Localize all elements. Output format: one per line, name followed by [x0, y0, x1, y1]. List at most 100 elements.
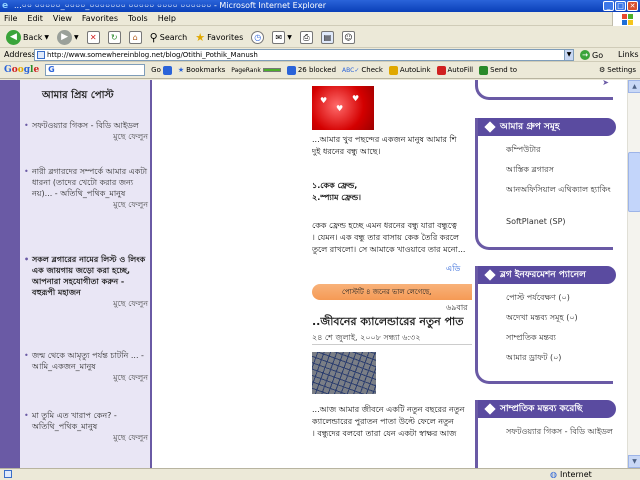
- spellcheck-button[interactable]: ABC✓ Check: [342, 66, 383, 74]
- autofill-icon: [436, 65, 446, 75]
- scroll-thumb[interactable]: [628, 152, 640, 212]
- back-label: Back: [23, 32, 43, 42]
- collapse-arrow-icon[interactable]: ➤: [602, 80, 609, 87]
- post-thumbnail-hearts[interactable]: ♥ ♥ ♥: [312, 86, 374, 130]
- google-go-button[interactable]: Go: [151, 65, 172, 75]
- minimize-button[interactable]: _: [603, 1, 614, 11]
- address-label: Address: [4, 50, 36, 59]
- window-title: ...০০ ০০০০০_০০০০_০০০০০০০ ০০০০০ ০০০০ ০০০০…: [14, 1, 326, 10]
- stop-button[interactable]: ✕: [85, 28, 102, 46]
- autolink-button[interactable]: AutoLink: [388, 65, 431, 75]
- post-text-line: তুলে রাখলো। সে আমাকে খাওয়াবে তার মনো...: [312, 245, 466, 254]
- autofill-button[interactable]: AutoFill: [436, 65, 474, 75]
- google-toolbar: Google G Go ★ Bookmarks PageRank 26 block…: [0, 62, 640, 79]
- group-item[interactable]: •আস্তিক ব্লগারস: [506, 164, 618, 175]
- post-title-link[interactable]: ..জীবনের ক্যালেন্ডারের নতুন পাত: [312, 314, 472, 330]
- status-bar: ◍ Internet: [0, 468, 640, 480]
- forward-button[interactable]: ▶ ▼: [55, 28, 81, 46]
- windows-logo-icon: [612, 12, 640, 26]
- delete-link[interactable]: মুছে ফেলুন: [32, 298, 148, 309]
- delete-link[interactable]: মুছে ফেলুন: [32, 432, 148, 443]
- address-input[interactable]: http://www.somewhereinblog.net/blog/Otit…: [34, 49, 574, 61]
- menu-edit[interactable]: Edit: [27, 14, 43, 23]
- menu-favorites[interactable]: Favorites: [82, 14, 118, 23]
- favorites-label: Favorites: [207, 32, 244, 42]
- panel-item[interactable]: •সাম্প্রতিক মন্তব্য: [506, 332, 618, 343]
- vertical-scrollbar[interactable]: ▲ ▼: [627, 80, 640, 468]
- settings-gear-icon: ⚙: [599, 66, 606, 74]
- home-icon: ⌂: [128, 30, 142, 44]
- favorite-post-link[interactable]: সকল ব্লগারের নামের লিস্ট ও লিংক এক জায়গ…: [32, 255, 145, 297]
- edit-button[interactable]: ▤: [319, 28, 336, 46]
- pagerank-label: PageRank: [231, 66, 261, 74]
- favorite-post-link[interactable]: নারী ব্লগারদের সম্পর্কে আমার একটা ধারনা …: [32, 167, 147, 198]
- menu-tools[interactable]: Tools: [128, 14, 148, 23]
- page-status-icon: [4, 470, 12, 478]
- autofill-label: AutoFill: [447, 66, 474, 74]
- favorite-post-item: • জন্ম থেকে আমৃত্যু পর্যন্ত চাটনি ... - …: [24, 351, 148, 383]
- go-button[interactable]: → Go: [580, 49, 603, 61]
- settings-button[interactable]: ⚙ Settings: [599, 66, 636, 74]
- menu-view[interactable]: View: [53, 14, 72, 23]
- mail-button[interactable]: ✉ ▼: [270, 28, 294, 46]
- heart-icon: ♥: [336, 104, 344, 113]
- favorite-post-link[interactable]: মা তুমি এত খারাপ কেন? - অতিথি_পথিক_মানুষ: [32, 411, 117, 431]
- go-search-icon: [162, 65, 172, 75]
- print-button[interactable]: ⎙: [298, 28, 315, 46]
- scroll-up-button[interactable]: ▲: [628, 80, 640, 93]
- panel-item[interactable]: •আমার ড্রাফট (০): [506, 352, 618, 363]
- my-groups-title: আমার গ্রুপ সমূহ: [500, 122, 560, 132]
- recent-comment-item[interactable]: •সফটওয়্যার গিকস - বিডি আইডল: [506, 426, 618, 437]
- home-button[interactable]: ⌂: [127, 28, 144, 46]
- messenger-button[interactable]: ☺: [340, 28, 357, 46]
- menu-file[interactable]: File: [4, 14, 17, 23]
- group-item[interactable]: •কম্পিউটার: [506, 144, 618, 155]
- address-dropdown-button[interactable]: ▼: [564, 50, 573, 60]
- diamond-icon: [484, 269, 496, 281]
- search-button[interactable]: ⚲ Search: [148, 28, 190, 46]
- pagerank-indicator[interactable]: PageRank: [231, 67, 281, 74]
- favorites-button[interactable]: ★ Favorites: [193, 28, 245, 46]
- refresh-icon: ↻: [107, 30, 121, 44]
- friend-type-line: ১.কেক ফ্রেন্ড,: [312, 181, 358, 190]
- close-button[interactable]: ✕: [627, 1, 638, 11]
- post-text-line: ...আজ আমার জীবনে একটি নতুন বছরের নতুন: [312, 405, 465, 414]
- google-g-icon: G: [48, 65, 55, 74]
- history-button[interactable]: ◷: [249, 28, 266, 46]
- back-dropdown-icon: ▼: [44, 33, 50, 41]
- group-item[interactable]: •আনঅফিসিয়াল এথিক্যাল হ্যাকিং: [506, 184, 618, 195]
- panel-item[interactable]: •পোস্ট পর্যবেক্ষণ (০): [506, 292, 618, 303]
- favorite-posts-sidebar: আমার প্রিয় পোস্ট • সফটওয়্যার গিকস - বি…: [20, 80, 152, 468]
- menu-help[interactable]: Help: [158, 14, 176, 23]
- abc-check-icon: ABC✓: [342, 66, 360, 74]
- favorite-post-link[interactable]: সফটওয়্যার গিকস - বিডি আইডল: [32, 121, 139, 130]
- sendto-label: Send to: [490, 66, 518, 74]
- read-more-link[interactable]: এডি: [446, 263, 460, 276]
- post-thumbnail-grid[interactable]: [312, 352, 376, 394]
- favorite-post-link[interactable]: জন্ম থেকে আমৃত্যু পর্যন্ত চাটনি ... - আম…: [32, 351, 144, 371]
- delete-link[interactable]: মুছে ফেলুন: [32, 131, 148, 142]
- links-button[interactable]: Links: [618, 49, 639, 61]
- google-logo[interactable]: Google: [4, 65, 39, 75]
- bookmarks-button[interactable]: ★ Bookmarks: [178, 66, 225, 74]
- delete-link[interactable]: মুছে ফেলুন: [32, 372, 148, 383]
- refresh-button[interactable]: ↻: [106, 28, 123, 46]
- right-sidebar: ➤ আমার গ্রুপ সমূহ •কম্পিউটার •আস্তিক ব্ল…: [472, 80, 627, 468]
- google-go-label: Go: [151, 66, 161, 74]
- print-icon: ⎙: [299, 30, 313, 44]
- standard-toolbar: ◀ Back ▼ ▶ ▼ ✕ ↻ ⌂ ⚲ Search ★ Favorites …: [0, 27, 640, 48]
- scroll-down-button[interactable]: ▼: [628, 455, 640, 468]
- panel-item[interactable]: •অদেখা মন্তব্য সমূহ (০): [506, 312, 618, 323]
- group-item[interactable]: •SoftPlanet (SP): [506, 216, 618, 227]
- title-bar: e ...০০ ০০০০০_০০০০_০০০০০০০ ০০০০০ ০০০০ ০০…: [0, 0, 640, 12]
- back-button[interactable]: ◀ Back ▼: [4, 28, 51, 46]
- sendto-button[interactable]: Send to: [479, 65, 518, 75]
- delete-link[interactable]: মুছে ফেলুন: [32, 199, 148, 210]
- maximize-button[interactable]: □: [615, 1, 626, 11]
- menu-bar: File Edit View Favorites Tools Help: [0, 12, 640, 26]
- popup-blocker-button[interactable]: 26 blocked: [286, 65, 336, 75]
- star-icon: ★: [195, 30, 206, 44]
- my-groups-box: আমার গ্রুপ সমূহ •কম্পিউটার •আস্তিক ব্লগা…: [475, 118, 616, 250]
- google-search-input[interactable]: G: [45, 64, 146, 76]
- post-text-line: । বন্ধুদের বলবো তারা যেন একটা স্বাক্ষর আ…: [312, 429, 457, 438]
